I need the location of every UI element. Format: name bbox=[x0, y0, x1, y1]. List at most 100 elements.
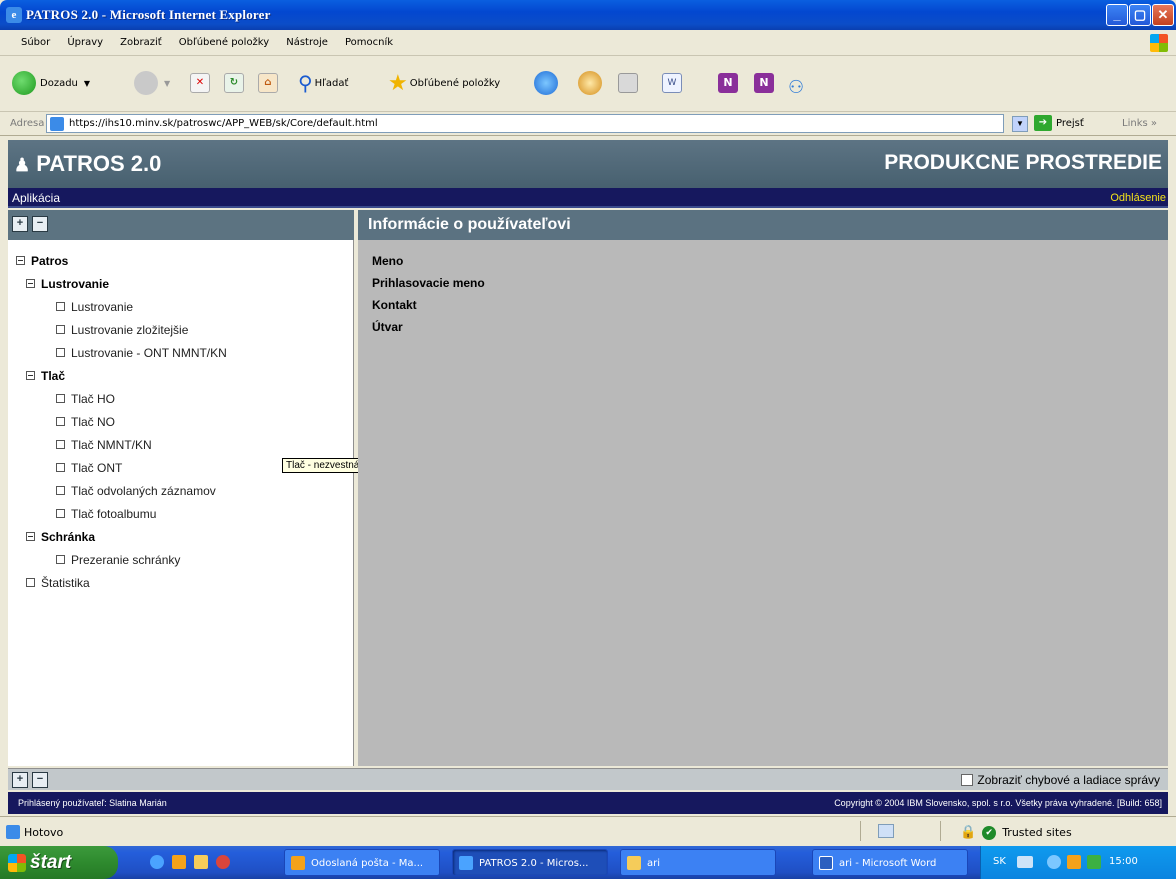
search-label: Hľadať bbox=[314, 77, 349, 89]
field-meno: Meno bbox=[372, 254, 404, 268]
forward-button[interactable]: ▼ bbox=[134, 69, 170, 97]
maximize-button[interactable]: ▢ bbox=[1129, 4, 1151, 26]
toolbar: Dozadu ▼ ▼ ✕ ↻ ⌂ ⚲ Hľadať ★ Obľúbené pol… bbox=[0, 56, 1176, 112]
minimize-button[interactable]: _ bbox=[1106, 4, 1128, 26]
start-button[interactable]: štart bbox=[0, 846, 118, 879]
logout-link[interactable]: Odhlásenie bbox=[1110, 192, 1166, 204]
collapse-icon[interactable] bbox=[26, 279, 35, 289]
tree-item-tlac-group[interactable]: Tlač bbox=[8, 365, 354, 388]
collapse-all-button[interactable]: − bbox=[32, 772, 48, 788]
tree-item-lustrovanie[interactable]: Lustrovanie bbox=[8, 296, 354, 319]
links-button[interactable]: Links » bbox=[1122, 118, 1157, 129]
tree-item-prezeranie-schranky[interactable]: Prezeranie schránky bbox=[8, 549, 354, 572]
chevron-down-icon: ▼ bbox=[83, 78, 91, 88]
user-info-panel: Informácie o používateľovi Meno Prihlaso… bbox=[358, 210, 1168, 766]
tree-item-tlac-fotoalbumu[interactable]: Tlač fotoalbumu bbox=[8, 503, 354, 526]
update-icon[interactable] bbox=[1087, 855, 1101, 869]
logo-icon: ♟ bbox=[14, 155, 31, 175]
expand-all-button[interactable]: + bbox=[12, 772, 28, 788]
security-zone[interactable]: 🔒 ✔ Trusted sites bbox=[960, 825, 1072, 840]
outlook-quicklaunch-icon[interactable] bbox=[172, 855, 186, 869]
navigation-tree: Patros Lustrovanie Lustrovanie Lustrovan… bbox=[8, 250, 354, 595]
start-label: štart bbox=[30, 852, 72, 873]
go-button[interactable]: ➔ Prejsť bbox=[1034, 115, 1084, 131]
task-word[interactable]: ari - Microsoft Word bbox=[812, 849, 968, 876]
print-icon[interactable] bbox=[618, 73, 638, 93]
collapse-icon[interactable] bbox=[16, 256, 25, 266]
debug-checkbox-label: Zobraziť chybové a ladiace správy bbox=[977, 773, 1160, 787]
messenger-icon[interactable]: ⚇ bbox=[788, 73, 804, 101]
language-indicator[interactable]: SK bbox=[993, 856, 1006, 867]
window-title-bar[interactable]: e PATROS 2.0 - Microsoft Internet Explor… bbox=[0, 0, 1176, 30]
system-tray: SK 15:00 bbox=[980, 846, 1176, 879]
go-label: Prejsť bbox=[1056, 117, 1084, 129]
tree-item-schranka-group[interactable]: Schránka bbox=[8, 526, 354, 549]
app-header: ♟ PATROS 2.0 PRODUKCNE PROSTREDIE bbox=[8, 140, 1168, 188]
tree-item-label: Tlač ONT bbox=[71, 461, 123, 475]
menu-file[interactable]: Súbor bbox=[14, 30, 57, 48]
copyright: Copyright © 2004 IBM Slovensko, spol. s … bbox=[834, 798, 1162, 808]
tree-item-tlac-no[interactable]: Tlač NO bbox=[8, 411, 354, 434]
tree-item-label: Prezeranie schránky bbox=[71, 553, 181, 567]
windows-logo-icon bbox=[1150, 34, 1168, 52]
menu-view[interactable]: Zobraziť bbox=[113, 30, 169, 48]
page-icon bbox=[50, 117, 64, 131]
address-label: Adresa bbox=[10, 118, 45, 129]
ie-quicklaunch-icon[interactable] bbox=[150, 855, 164, 869]
tree-item-lustrovanie-group[interactable]: Lustrovanie bbox=[8, 273, 354, 296]
menu-favorites[interactable]: Obľúbené položky bbox=[172, 30, 276, 48]
ie-icon bbox=[459, 856, 473, 870]
keyboard-icon[interactable] bbox=[1017, 856, 1033, 868]
tree-item-label: Tlač NO bbox=[71, 415, 116, 429]
check-icon: ✔ bbox=[982, 825, 997, 840]
close-button[interactable]: ✕ bbox=[1152, 4, 1174, 26]
expand-all-button[interactable]: + bbox=[12, 216, 28, 232]
network-icon[interactable] bbox=[1047, 855, 1061, 869]
tree-item-statistika[interactable]: Štatistika bbox=[8, 572, 354, 595]
tree-item-label: Lustrovanie - ONT NMNT/KN bbox=[71, 346, 227, 360]
mail-icon[interactable] bbox=[578, 71, 602, 95]
status-text: Hotovo bbox=[24, 825, 64, 839]
back-button[interactable]: Dozadu ▼ bbox=[12, 69, 90, 97]
tree-item-patros[interactable]: Patros bbox=[8, 250, 354, 273]
collapse-all-button[interactable]: − bbox=[32, 216, 48, 232]
field-prihlasovacie-meno: Prihlasovacie meno bbox=[372, 276, 485, 290]
refresh-icon[interactable]: ↻ bbox=[224, 73, 244, 93]
field-kontakt: Kontakt bbox=[372, 298, 417, 312]
nav-application[interactable]: Aplikácia bbox=[12, 191, 60, 205]
tree-item-lustrovanie-ont[interactable]: Lustrovanie - ONT NMNT/KN bbox=[8, 342, 354, 365]
tree-item-tlac-nmnt[interactable]: Tlač NMNT/KN bbox=[8, 434, 354, 457]
tree-item-label: Tlač bbox=[41, 369, 66, 383]
home-icon[interactable]: ⌂ bbox=[258, 73, 278, 93]
favorites-button[interactable]: ★ Obľúbené položky bbox=[388, 69, 500, 97]
address-dropdown-icon[interactable]: ▼ bbox=[1012, 116, 1028, 132]
menu-help[interactable]: Pomocník bbox=[338, 30, 400, 48]
menu-edit[interactable]: Úpravy bbox=[60, 30, 110, 48]
leaf-icon bbox=[56, 394, 65, 404]
stop-icon[interactable]: ✕ bbox=[190, 73, 210, 93]
menu-bar: Súbor Úpravy Zobraziť Obľúbené položky N… bbox=[0, 30, 1176, 56]
tree-item-lustrovanie-zlozitejsie[interactable]: Lustrovanie zložitejšie bbox=[8, 319, 354, 342]
back-label: Dozadu bbox=[40, 77, 78, 89]
star-icon: ★ bbox=[388, 70, 408, 96]
onenote-icon[interactable]: N bbox=[754, 73, 774, 93]
clock[interactable]: 15:00 bbox=[1109, 856, 1138, 867]
debug-checkbox[interactable]: Zobraziť chybové a ladiace správy bbox=[961, 773, 1160, 787]
history-icon[interactable] bbox=[534, 71, 558, 95]
menu-tools[interactable]: Nástroje bbox=[279, 30, 335, 48]
onenote-icon[interactable]: N bbox=[718, 73, 738, 93]
word-edit-icon[interactable]: W bbox=[662, 73, 682, 93]
checkbox-icon[interactable] bbox=[961, 774, 974, 786]
collapse-icon[interactable] bbox=[26, 371, 35, 381]
app-quicklaunch-icon[interactable] bbox=[216, 855, 230, 869]
search-button[interactable]: ⚲ Hľadať bbox=[298, 69, 348, 97]
folder-quicklaunch-icon[interactable] bbox=[194, 855, 208, 869]
tree-item-tlac-ho[interactable]: Tlač HO bbox=[8, 388, 354, 411]
task-ie[interactable]: PATROS 2.0 - Micros... bbox=[452, 849, 608, 876]
collapse-icon[interactable] bbox=[26, 532, 35, 542]
task-outlook[interactable]: Odoslaná pošta - Ma... bbox=[284, 849, 440, 876]
tree-item-tlac-odvolanych[interactable]: Tlač odvolaných záznamov bbox=[8, 480, 354, 503]
outlook-tray-icon[interactable] bbox=[1067, 855, 1081, 869]
address-input[interactable]: https://ihs10.minv.sk/patroswc/APP_WEB/s… bbox=[46, 114, 1004, 133]
task-folder[interactable]: ari bbox=[620, 849, 776, 876]
